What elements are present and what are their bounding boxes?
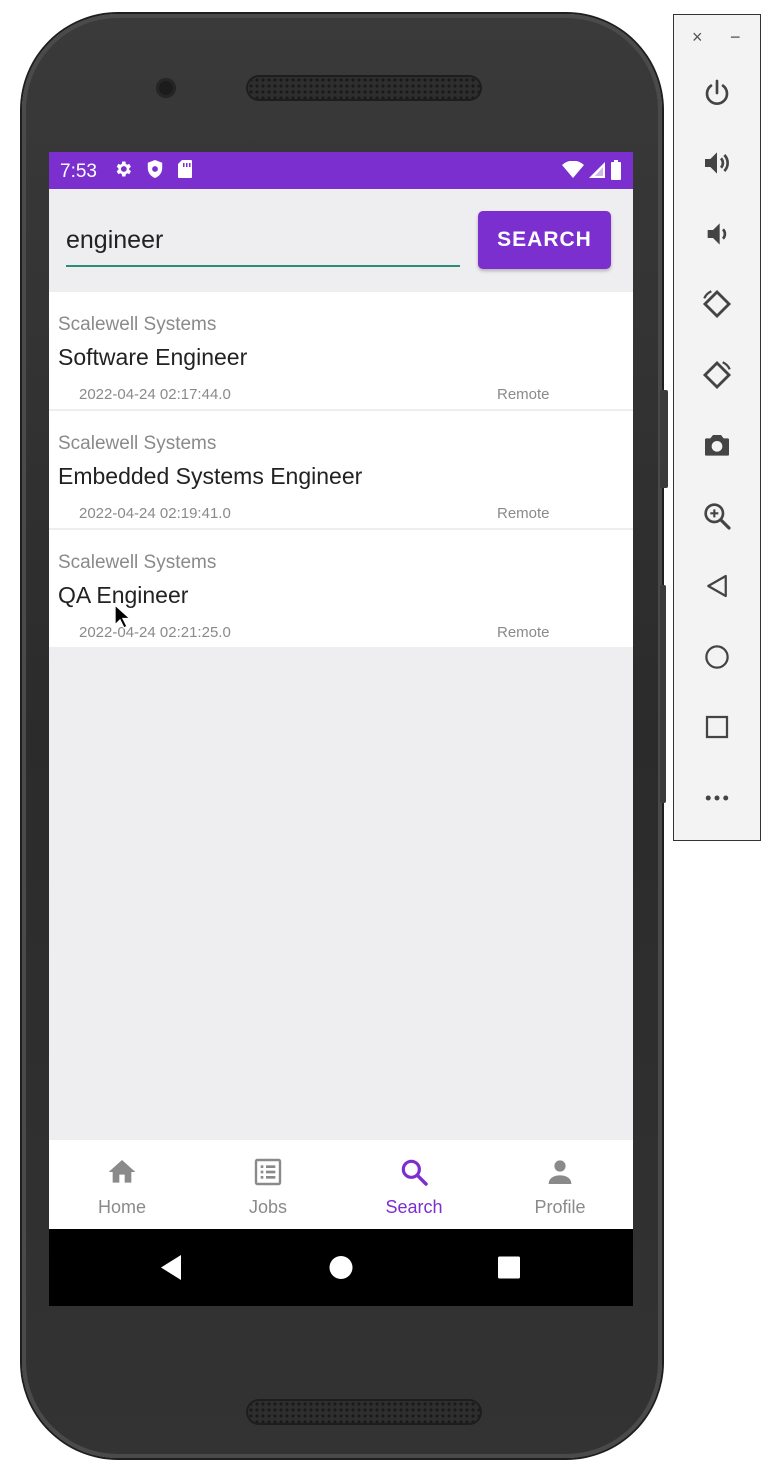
rotate-left-button[interactable] xyxy=(697,284,737,324)
rotate-left-icon xyxy=(702,289,732,319)
battery-icon xyxy=(610,160,622,185)
minimize-button[interactable]: − xyxy=(730,27,741,48)
home-circle-icon[interactable] xyxy=(327,1229,355,1306)
home-icon xyxy=(108,1160,136,1183)
job-card[interactable]: Scalewell Systems QA Engineer 2022-04-24… xyxy=(49,530,633,647)
system-navigation-bar xyxy=(49,1229,633,1306)
job-date: 2022-04-24 02:17:44.0 xyxy=(79,386,231,403)
more-icon xyxy=(705,795,729,801)
job-location: Remote xyxy=(497,386,550,403)
power-icon xyxy=(705,79,729,105)
job-card[interactable]: Scalewell Systems Software Engineer 2022… xyxy=(49,292,633,409)
job-date: 2022-04-24 02:19:41.0 xyxy=(79,505,231,522)
nav-profile[interactable]: Profile xyxy=(487,1140,633,1229)
job-card[interactable]: Scalewell Systems Embedded Systems Engin… xyxy=(49,411,633,528)
zoom-icon xyxy=(704,503,731,530)
rotate-right-icon xyxy=(702,360,732,390)
overview-icon xyxy=(705,715,729,739)
emulator-back-button[interactable] xyxy=(697,566,737,606)
search-icon xyxy=(401,1159,428,1186)
status-right-icons xyxy=(562,160,622,185)
volume-side-button xyxy=(660,585,666,803)
emulator-toolbar: × − xyxy=(673,14,761,841)
signal-icon xyxy=(588,161,606,184)
status-bar: 7:53 xyxy=(49,152,633,189)
emulator-home-button[interactable] xyxy=(697,637,737,677)
nav-search-label: Search xyxy=(385,1197,443,1217)
job-company: Scalewell Systems xyxy=(58,314,217,335)
search-input[interactable] xyxy=(66,221,460,267)
results-list: Scalewell Systems Software Engineer 2022… xyxy=(49,292,633,649)
emulator-overview-button[interactable] xyxy=(697,707,737,747)
camera-icon xyxy=(705,435,729,456)
bottom-navigation: Home Jobs Search Profile xyxy=(49,1140,633,1229)
emulator-window-controls: × − xyxy=(674,27,760,51)
recents-icon[interactable] xyxy=(497,1229,521,1306)
bottom-speaker xyxy=(248,1401,480,1423)
screenshot-button[interactable] xyxy=(697,425,737,465)
back-icon xyxy=(707,574,727,598)
nav-jobs[interactable]: Jobs xyxy=(195,1140,341,1229)
close-button[interactable]: × xyxy=(692,27,703,48)
list-icon xyxy=(254,1158,282,1186)
volume-up-button[interactable] xyxy=(697,143,737,183)
nav-jobs-label: Jobs xyxy=(248,1197,288,1217)
shield-icon xyxy=(146,159,164,184)
wifi-icon xyxy=(562,160,584,184)
nav-home[interactable]: Home xyxy=(49,1140,195,1229)
search-button[interactable]: SEARCH xyxy=(478,211,611,269)
nav-search[interactable]: Search xyxy=(341,1140,487,1229)
nav-home-label: Home xyxy=(97,1197,146,1217)
person-icon xyxy=(548,1160,572,1184)
sd-card-icon xyxy=(177,159,193,184)
volume-up-icon xyxy=(705,152,729,174)
front-camera xyxy=(156,78,176,98)
back-icon[interactable] xyxy=(157,1229,185,1306)
job-location: Remote xyxy=(497,624,550,641)
job-date: 2022-04-24 02:21:25.0 xyxy=(79,624,231,641)
rotate-right-button[interactable] xyxy=(697,355,737,395)
job-title: Software Engineer xyxy=(58,344,248,370)
volume-down-icon xyxy=(707,223,727,245)
status-icons xyxy=(113,159,193,184)
power-side-button xyxy=(660,390,668,488)
status-time: 7:53 xyxy=(60,161,97,182)
job-title: Embedded Systems Engineer xyxy=(58,463,363,489)
job-location: Remote xyxy=(497,505,550,522)
home-icon xyxy=(705,645,729,669)
zoom-button[interactable] xyxy=(697,496,737,536)
mouse-cursor-icon xyxy=(114,604,132,629)
search-bar: SEARCH xyxy=(49,189,633,292)
volume-down-button[interactable] xyxy=(697,214,737,254)
top-speaker xyxy=(248,77,480,99)
nav-profile-label: Profile xyxy=(534,1197,586,1217)
power-button[interactable] xyxy=(697,73,737,113)
more-button[interactable] xyxy=(697,778,737,818)
phone-screen: 7:53 SEARCH xyxy=(49,152,633,1306)
gear-icon xyxy=(113,159,133,184)
job-company: Scalewell Systems xyxy=(58,433,217,454)
job-company: Scalewell Systems xyxy=(58,552,217,573)
